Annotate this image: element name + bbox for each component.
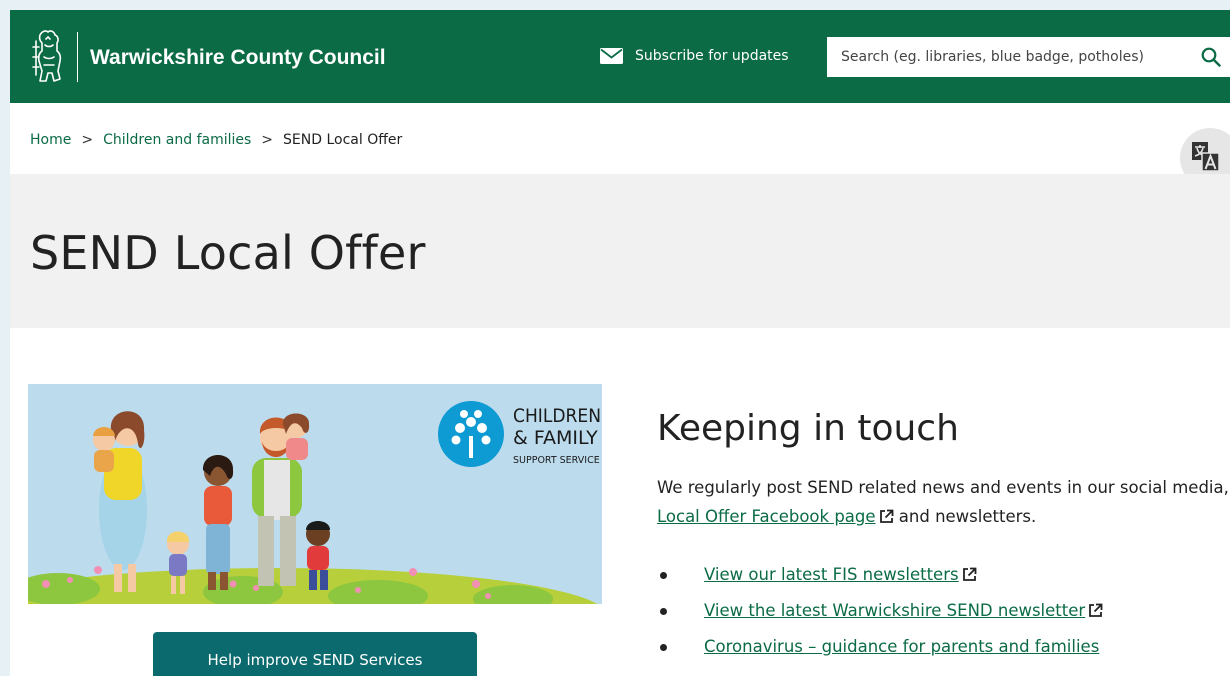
logo-text-family: & FAMILY [513, 427, 598, 449]
coronavirus-guidance-link[interactable]: Coronavirus – guidance for parents and f… [704, 637, 1099, 656]
breadcrumb-current: SEND Local Offer [283, 132, 403, 148]
site-name-link[interactable]: Warwickshire County Council [90, 46, 386, 70]
search-button[interactable] [1192, 37, 1230, 77]
breadcrumb-children-and-families[interactable]: Children and families [103, 132, 251, 148]
facebook-page-link[interactable]: Local Offer Facebook page [657, 507, 876, 526]
list-item: View the latest Warwickshire SEND newsle… [657, 598, 1103, 634]
council-crest-icon[interactable] [30, 27, 68, 87]
external-link-icon [962, 567, 976, 581]
list-item: Coronavirus – guidance for parents and f… [657, 634, 1103, 670]
family-banner-image: CHILDREN & FAMILY SUPPORT SERVICE [28, 384, 602, 604]
external-link-icon [1089, 603, 1103, 617]
help-improve-send-button[interactable]: Help improve SEND Services [153, 632, 477, 676]
page-title-band: SEND Local Offer [10, 174, 1230, 328]
envelope-icon [600, 48, 623, 64]
page-title: SEND Local Offer [30, 226, 426, 280]
list-item: View our latest FIS newsletters [657, 562, 1103, 598]
breadcrumb-home[interactable]: Home [30, 132, 71, 148]
subscribe-link[interactable]: Subscribe for updates [600, 48, 789, 64]
logo-text-children: CHILDREN [513, 405, 601, 427]
keeping-in-touch-heading: Keeping in touch [657, 408, 959, 449]
search-input[interactable] [827, 37, 1187, 77]
children-family-support-logo: CHILDREN & FAMILY SUPPORT SERVICE [438, 401, 601, 467]
breadcrumb-separator: > [81, 132, 94, 148]
send-newsletter-link[interactable]: View the latest Warwickshire SEND newsle… [704, 601, 1085, 620]
site-header: Warwickshire County Council Subscribe fo… [10, 10, 1230, 103]
logo-text-support: SUPPORT SERVICE [513, 455, 600, 466]
breadcrumb-separator: > [261, 132, 274, 148]
external-link-icon [879, 509, 893, 523]
newsletter-link-list: View our latest FIS newsletters View the… [657, 562, 1103, 670]
logo-divider [77, 32, 78, 82]
breadcrumb: Home > Children and families > SEND Local Of… [30, 132, 402, 148]
keeping-in-touch-text: We regularly post SEND related news and … [657, 473, 1230, 531]
subscribe-label: Subscribe for updates [635, 48, 789, 64]
fis-newsletters-link[interactable]: View our latest FIS newsletters [704, 565, 959, 584]
search-box [827, 37, 1230, 77]
search-icon [1201, 47, 1221, 67]
para-text-end: and newsletters. [898, 507, 1037, 526]
page: Warwickshire County Council Subscribe fo… [10, 10, 1230, 676]
para-text-start: We regularly post SEND related news and … [657, 478, 1229, 497]
translate-icon [1192, 142, 1220, 172]
